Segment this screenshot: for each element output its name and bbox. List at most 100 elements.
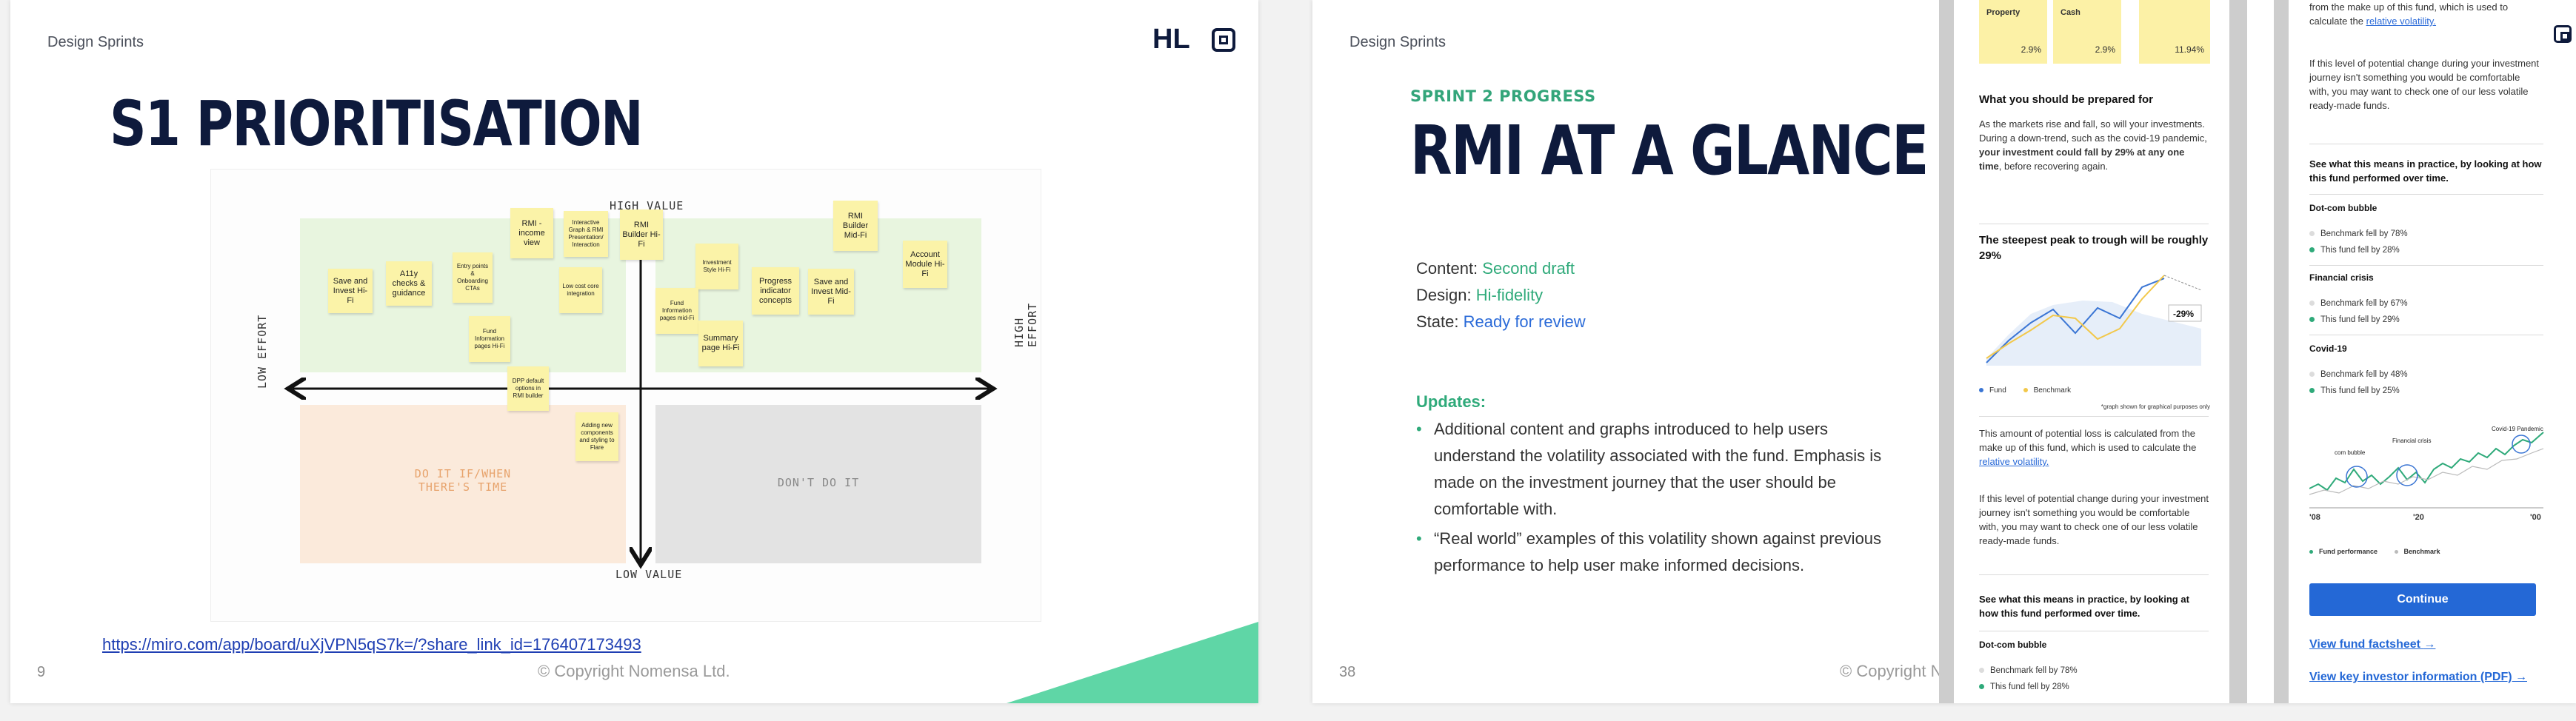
legend-swatch bbox=[2309, 317, 2315, 323]
link-label: View fund factsheet bbox=[2309, 638, 2420, 651]
legend-swatch bbox=[2309, 231, 2315, 237]
priority-matrix-board[interactable]: DO IT IF/WHEN THERE'S TIME DON'T DO IT H… bbox=[210, 169, 1041, 622]
sticky-note[interactable]: Fund Information pages mid-Fi bbox=[655, 288, 698, 334]
event-value: Benchmark fell by 78% bbox=[1990, 666, 2078, 675]
chart-callout: -29% bbox=[2173, 309, 2194, 319]
key-investor-info-link[interactable]: View key investor information (PDF) → bbox=[2309, 671, 2527, 684]
arrow-right-icon: → bbox=[2423, 638, 2436, 651]
fund-factsheet-link[interactable]: View fund factsheet → bbox=[2309, 638, 2435, 651]
sticky-note[interactable]: Interactive Graph & RMI Presentation/ In… bbox=[564, 211, 608, 257]
tile-label: Cash bbox=[2061, 8, 2081, 17]
phone-screen-1[interactable]: Property 2.9% Cash 2.9% 11.94% What you … bbox=[1954, 0, 2229, 703]
brand-square-icon bbox=[1212, 28, 1235, 52]
arrow-right-icon: → bbox=[2515, 671, 2527, 683]
sticky-note[interactable]: RMI Builder Mid-Fi bbox=[833, 201, 878, 251]
section-heading: What you should be prepared for bbox=[1979, 93, 2154, 106]
event-title: Covid-19 bbox=[2309, 343, 2347, 354]
sticky-note[interactable]: Adding new components and styling to Fla… bbox=[575, 412, 618, 461]
legend-label: Benchmark bbox=[2033, 386, 2072, 395]
event-benchmark: Benchmark fell by 78% bbox=[2309, 229, 2408, 238]
tile-value: 2.9% bbox=[2021, 44, 2041, 55]
page-number: 9 bbox=[37, 664, 46, 680]
page-title: S1 PRIORITISATION bbox=[110, 87, 644, 160]
text-span: This amount of potential loss is calcula… bbox=[1979, 428, 2197, 453]
divider bbox=[2309, 265, 2543, 266]
status-design: Design: Hi-fidelity bbox=[1416, 286, 1543, 305]
legend-swatch bbox=[2394, 550, 2398, 554]
divider bbox=[2309, 194, 2543, 195]
event-value: Benchmark fell by 48% bbox=[2320, 370, 2408, 379]
event-benchmark: Benchmark fell by 48% bbox=[2309, 370, 2408, 379]
legend-swatch bbox=[1979, 668, 1984, 674]
phone-screen-2[interactable]: from the make up of this fund, which is … bbox=[2289, 0, 2576, 703]
sticky-note[interactable]: RMI - income view bbox=[510, 208, 553, 258]
chart-annotation: Financial crisis bbox=[2392, 437, 2431, 444]
status-value: Ready for review bbox=[1463, 312, 1586, 331]
update-item: “Real world” examples of this volatility… bbox=[1416, 526, 1890, 579]
legend-swatch bbox=[2309, 247, 2315, 253]
legend-swatch bbox=[1979, 388, 1983, 393]
sticky-note[interactable]: Account Module Hi-Fi bbox=[903, 241, 947, 288]
chart-legend: Fund performance Benchmark bbox=[2309, 548, 2440, 555]
chart-annotation: com bubble bbox=[2335, 449, 2366, 456]
event-title: Financial crisis bbox=[2309, 272, 2374, 283]
axis-label-low-value: LOW VALUE bbox=[615, 568, 683, 581]
sticky-note[interactable]: Low cost core integration bbox=[559, 267, 602, 313]
sticky-note[interactable]: Fund Information pages Hi-Fi bbox=[469, 316, 510, 362]
body-text: This amount of potential loss is calcula… bbox=[1979, 426, 2209, 469]
sticky-note[interactable]: Entry points & Onboarding CTAs bbox=[453, 252, 493, 303]
brand-square-icon bbox=[2554, 25, 2572, 43]
section-heading: See what this means in practice, by look… bbox=[1979, 594, 2189, 619]
event-fund: This fund fell by 29% bbox=[2309, 315, 2400, 324]
sticky-note[interactable]: Save and Invest Hi-Fi bbox=[328, 269, 373, 313]
legend-label: Fund bbox=[1989, 386, 2006, 395]
divider bbox=[1979, 416, 2209, 417]
axis-label-low-effort: LOW EFFORT bbox=[256, 314, 269, 389]
legend-swatch bbox=[2023, 388, 2028, 393]
relative-volatility-link[interactable]: relative volatility. bbox=[1979, 456, 2049, 467]
slide-rmi-glance: Design Sprints SPRINT 2 PROGRESS RMI AT … bbox=[1312, 0, 2576, 703]
legend-swatch bbox=[2309, 388, 2315, 394]
legend-label: Fund performance bbox=[2319, 548, 2378, 555]
link-label: View key investor information (PDF) bbox=[2309, 671, 2512, 683]
status-value: Hi-fidelity bbox=[1475, 286, 1544, 304]
section-label: Design Sprints bbox=[1349, 34, 1447, 50]
text-span: , before recovering again. bbox=[1998, 161, 2109, 172]
chart-footnote: *graph shown for graphical purposes only bbox=[2100, 403, 2210, 410]
chart-legend: Fund Benchmark bbox=[1979, 386, 2071, 395]
event-benchmark: Benchmark fell by 67% bbox=[2309, 299, 2408, 308]
allocation-tile: Cash 2.9% bbox=[2053, 0, 2121, 64]
body-text: from the make up of this fund, which is … bbox=[2309, 0, 2539, 28]
legend-swatch bbox=[2309, 550, 2313, 554]
hl-logo: HL bbox=[1152, 24, 1190, 55]
section-heading: The steepest peak to trough will be roug… bbox=[1979, 234, 2209, 262]
sticky-note[interactable]: Save and Invest Mid-Fi bbox=[808, 269, 854, 315]
sticky-note[interactable]: A11y checks & guidance bbox=[386, 261, 432, 306]
body-text: As the markets rise and fall, so will yo… bbox=[1979, 117, 2209, 173]
event-title: Dot-com bubble bbox=[1979, 640, 2047, 650]
miro-board-link[interactable]: https://miro.com/app/board/uXjVPN5qS7k=/… bbox=[102, 635, 641, 654]
event-value: This fund fell by 29% bbox=[2320, 315, 2400, 324]
sticky-note[interactable]: DPP default options in RMI builder bbox=[507, 366, 549, 411]
continue-button[interactable]: Continue bbox=[2309, 583, 2536, 616]
sticky-note[interactable]: Progress indicator concepts bbox=[752, 267, 799, 315]
sprint-kicker: SPRINT 2 PROGRESS bbox=[1410, 87, 1596, 105]
event-fund: This fund fell by 25% bbox=[2309, 386, 2400, 395]
relative-volatility-link[interactable]: relative volatility. bbox=[2366, 16, 2436, 27]
drawdown-chart: -29% bbox=[1986, 275, 2202, 366]
update-item: Additional content and graphs introduced… bbox=[1416, 416, 1890, 523]
event-title: Dot-com bubble bbox=[2309, 203, 2378, 213]
sticky-note[interactable]: Summary page Hi-Fi bbox=[698, 321, 743, 366]
event-value: Benchmark fell by 78% bbox=[2320, 229, 2408, 238]
text-span: As the markets rise and fall, so will yo… bbox=[1979, 118, 2207, 144]
legend-swatch bbox=[2309, 372, 2315, 378]
event-fund: This fund fell by 28% bbox=[2309, 246, 2400, 255]
axis-label-high-effort: HIGH EFFORT bbox=[1012, 302, 1039, 347]
sticky-note[interactable]: RMI Builder Hi-Fi bbox=[620, 209, 663, 260]
allocation-tile: Property 2.9% bbox=[1979, 0, 2047, 64]
event-benchmark: Benchmark fell by 78% bbox=[1979, 666, 2078, 675]
sticky-note[interactable]: Investment Style Hi-Fi bbox=[695, 244, 738, 289]
status-label: Content: bbox=[1416, 259, 1478, 278]
status-label: Design: bbox=[1416, 286, 1472, 304]
copyright: © Copyright Nomensa Ltd. bbox=[538, 662, 730, 680]
